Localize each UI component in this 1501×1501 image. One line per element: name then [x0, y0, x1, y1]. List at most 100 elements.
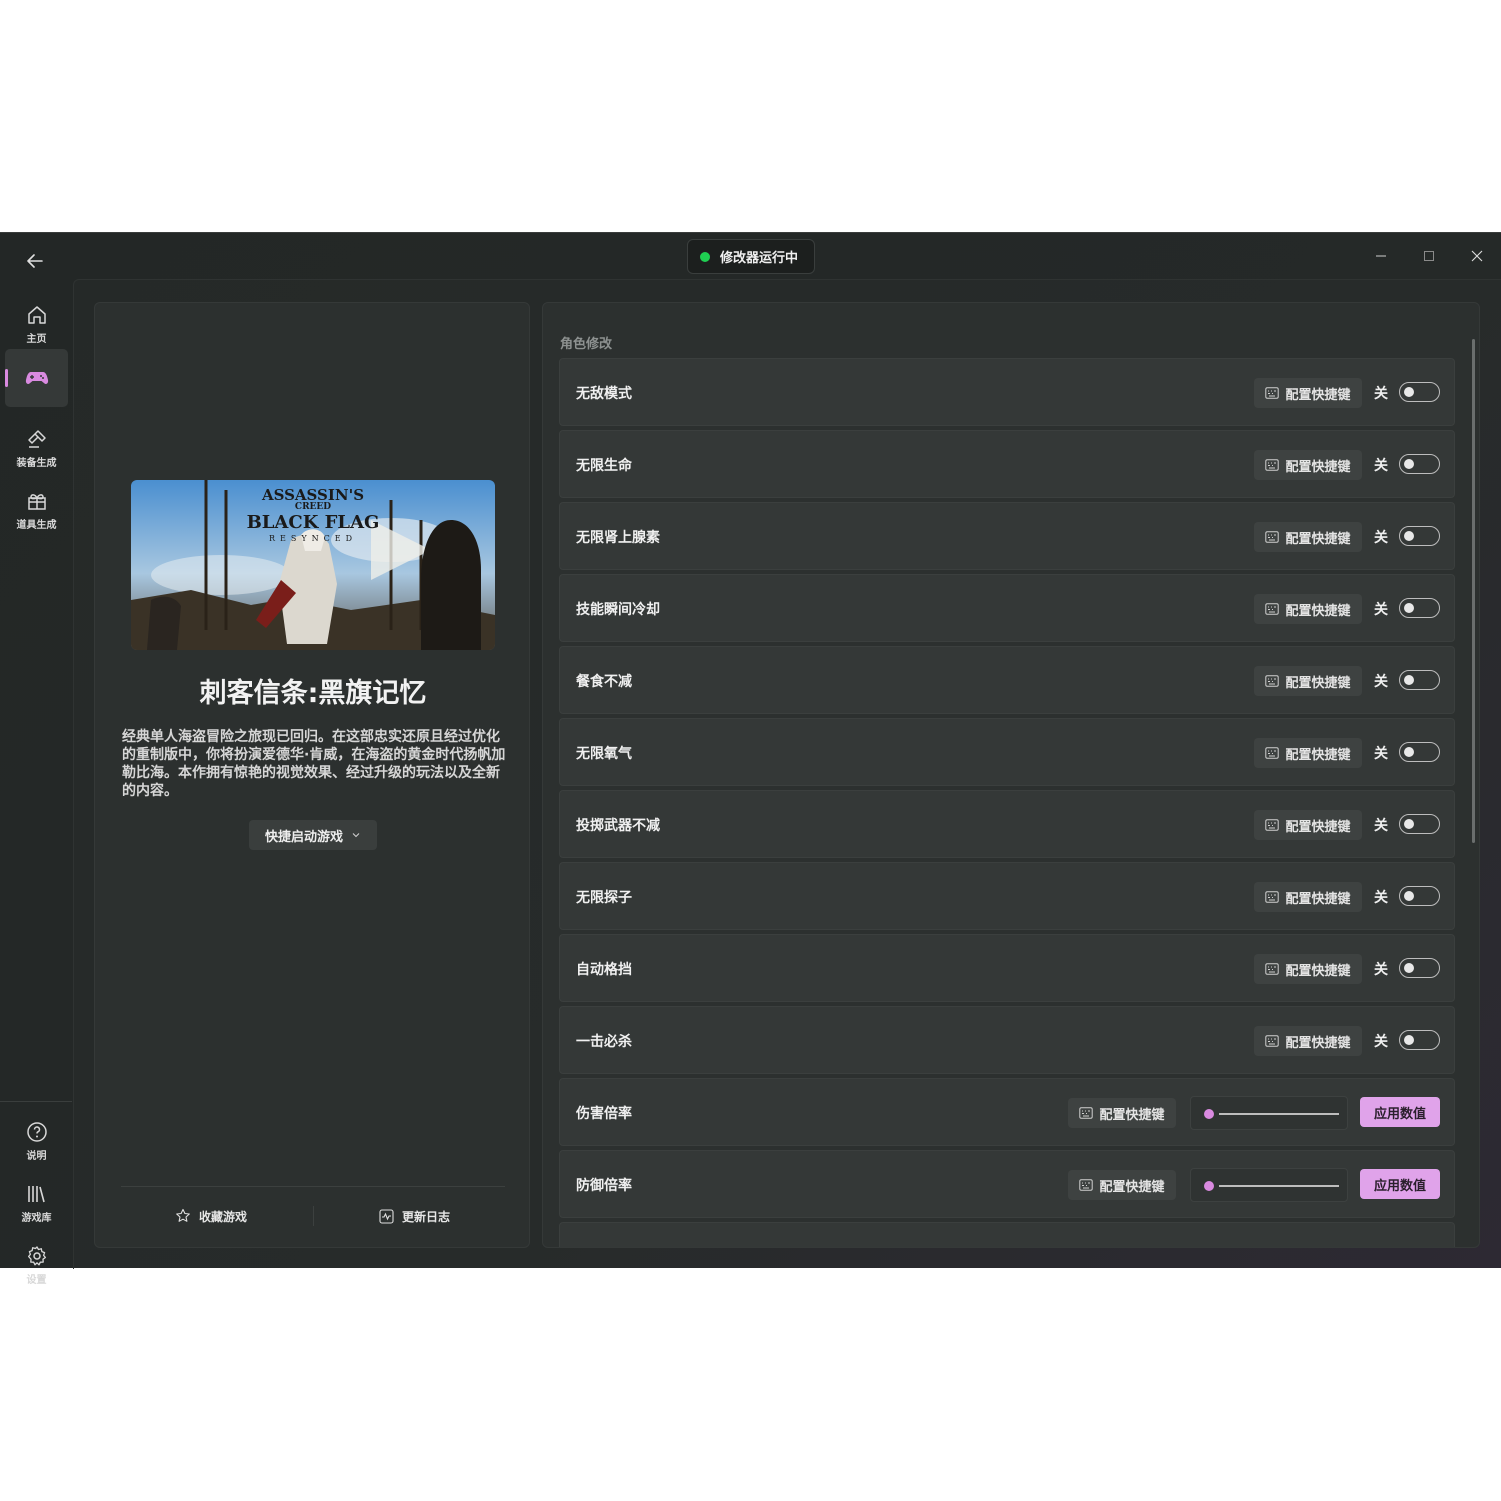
panel-divider: [121, 1186, 505, 1187]
cheat-name: 技能瞬间冷却: [576, 602, 660, 618]
configure-hotkey-button[interactable]: 配置快捷键: [1254, 378, 1362, 408]
cover-title-line4: RESYNCED: [269, 534, 357, 543]
cheat-row-toggle: 技能瞬间冷却 配置快捷键 关: [559, 574, 1455, 642]
configure-hotkey-button[interactable]: 配置快捷键: [1254, 666, 1362, 696]
cheat-toggle-switch[interactable]: [1399, 742, 1440, 762]
toggle-knob: [1404, 675, 1414, 685]
hotkey-label: 配置快捷键: [1099, 1179, 1165, 1195]
cheat-name: 无敌模式: [576, 386, 632, 402]
hammer-icon: [27, 429, 46, 448]
changelog-label: 更新日志: [402, 1209, 451, 1224]
configure-hotkey-button[interactable]: 配置快捷键: [1068, 1170, 1176, 1200]
configure-hotkey-button[interactable]: 配置快捷键: [1254, 954, 1362, 984]
apply-value-button[interactable]: 应用数值: [1360, 1169, 1440, 1199]
game-info-panel: ASSASSIN'S CREED BLACK FLAG RESYNCED 刺客信…: [94, 302, 530, 1248]
hotkey-label: 配置快捷键: [1285, 387, 1351, 403]
library-icon: [27, 1185, 45, 1202]
sidebar-item-library[interactable]: 游戏库: [5, 1174, 68, 1232]
cheat-name: 一击必杀: [576, 1034, 632, 1050]
cheat-toggle-switch[interactable]: [1399, 1030, 1440, 1050]
sidebar-item-equipment[interactable]: 装备生成: [5, 419, 68, 477]
slider-track: [1219, 1113, 1339, 1115]
configure-hotkey-button[interactable]: 配置快捷键: [1254, 738, 1362, 768]
cheat-toggle-switch[interactable]: [1399, 526, 1440, 546]
configure-hotkey-button[interactable]: 配置快捷键: [1254, 1026, 1362, 1056]
arrow-left-icon: [27, 254, 43, 268]
scrollbar[interactable]: [1472, 339, 1475, 843]
sidebar-item-help[interactable]: 说明: [5, 1112, 68, 1170]
keyboard-icon: [1265, 819, 1280, 831]
hotkey-label: 配置快捷键: [1285, 1035, 1351, 1051]
slider-track: [1219, 1185, 1339, 1187]
apply-value-label: 应用数值: [1373, 1106, 1426, 1122]
back-button[interactable]: [18, 247, 52, 275]
toggle-knob: [1404, 459, 1414, 469]
apply-value-button[interactable]: 应用数值: [1360, 1097, 1440, 1127]
quick-launch-button[interactable]: 快捷启动游戏: [249, 820, 377, 850]
changelog-button[interactable]: 更新日志: [379, 1205, 450, 1227]
cheats-panel: 角色修改 无敌模式 配置快捷键关无限生命 配置快捷键关无限肾上腺素 配置快捷键关技能瞬…: [542, 302, 1480, 1248]
sidebar-item-home[interactable]: 主页: [5, 295, 68, 353]
hotkey-label: 配置快捷键: [1099, 1107, 1165, 1123]
hotkey-label: 配置快捷键: [1285, 531, 1351, 547]
sidebar-item-label: 设置: [26, 1274, 47, 1286]
toggle-knob: [1404, 747, 1414, 757]
slider-thumb[interactable]: [1204, 1109, 1214, 1119]
sidebar-item-items[interactable]: 道具生成: [5, 481, 68, 539]
cheat-row-slider: 防御倍率 配置快捷键 应用数值: [559, 1150, 1455, 1218]
minimize-icon: [1376, 255, 1386, 257]
gift-icon: [27, 493, 46, 510]
maximize-button[interactable]: [1405, 233, 1453, 279]
configure-hotkey-button[interactable]: 配置快捷键: [1254, 882, 1362, 912]
cheat-row-partial: [559, 1222, 1455, 1247]
cheat-name: 投掷武器不减: [576, 818, 660, 834]
keyboard-icon: [1265, 963, 1280, 975]
sidebar-item-games[interactable]: [5, 349, 68, 407]
cheat-toggle-switch[interactable]: [1399, 886, 1440, 906]
cheat-name: 无限氧气: [576, 746, 632, 762]
value-slider[interactable]: [1190, 1096, 1348, 1130]
close-button[interactable]: [1453, 233, 1501, 279]
toggle-knob: [1404, 603, 1414, 613]
configure-hotkey-button[interactable]: 配置快捷键: [1254, 522, 1362, 552]
slider-thumb[interactable]: [1204, 1181, 1214, 1191]
cheat-row-toggle: 无限生命 配置快捷键 关: [559, 430, 1455, 498]
cheat-row-toggle: 无敌模式 配置快捷键 关: [559, 358, 1455, 426]
cheat-toggle-switch[interactable]: [1399, 958, 1440, 978]
configure-hotkey-button[interactable]: 配置快捷键: [1068, 1098, 1176, 1128]
toggle-state-label: 关: [1374, 818, 1388, 834]
cheat-row-toggle: 无限氧气 配置快捷键 关: [559, 718, 1455, 786]
status-text: 修改器运行中: [720, 251, 799, 266]
toggle-knob: [1404, 819, 1414, 829]
sidebar-item-label: 游戏库: [21, 1212, 52, 1224]
sidebar-item-label: 主页: [26, 333, 47, 345]
game-cover-image: ASSASSIN'S CREED BLACK FLAG RESYNCED: [131, 480, 495, 650]
configure-hotkey-button[interactable]: 配置快捷键: [1254, 810, 1362, 840]
keyboard-icon: [1079, 1107, 1094, 1119]
value-slider[interactable]: [1190, 1168, 1348, 1202]
cheat-toggle-switch[interactable]: [1399, 454, 1440, 474]
keyboard-icon: [1265, 747, 1280, 759]
cheat-toggle-switch[interactable]: [1399, 814, 1440, 834]
minimize-button[interactable]: [1357, 233, 1405, 279]
cheat-row-toggle: 无限肾上腺素 配置快捷键 关: [559, 502, 1455, 570]
maximize-icon: [1424, 251, 1434, 261]
cheat-name: 无限探子: [576, 890, 632, 906]
cheat-toggle-switch[interactable]: [1399, 598, 1440, 618]
toggle-knob: [1404, 1035, 1414, 1045]
favorite-game-button[interactable]: 收藏游戏: [175, 1205, 247, 1227]
trainer-status-badge: 修改器运行中: [687, 239, 815, 274]
help-icon: [26, 1121, 47, 1142]
configure-hotkey-button[interactable]: 配置快捷键: [1254, 594, 1362, 624]
cheat-toggle-switch[interactable]: [1399, 382, 1440, 402]
keyboard-icon: [1265, 459, 1280, 471]
keyboard-icon: [1265, 387, 1280, 399]
toggle-state-label: 关: [1374, 746, 1388, 762]
configure-hotkey-button[interactable]: 配置快捷键: [1254, 450, 1362, 480]
sidebar-item-settings[interactable]: 设置: [5, 1236, 68, 1294]
cheat-name: 无限肾上腺素: [576, 530, 660, 546]
hotkey-label: 配置快捷键: [1285, 603, 1351, 619]
favorite-game-label: 收藏游戏: [199, 1209, 248, 1224]
gear-icon: [27, 1245, 46, 1265]
cheat-toggle-switch[interactable]: [1399, 670, 1440, 690]
